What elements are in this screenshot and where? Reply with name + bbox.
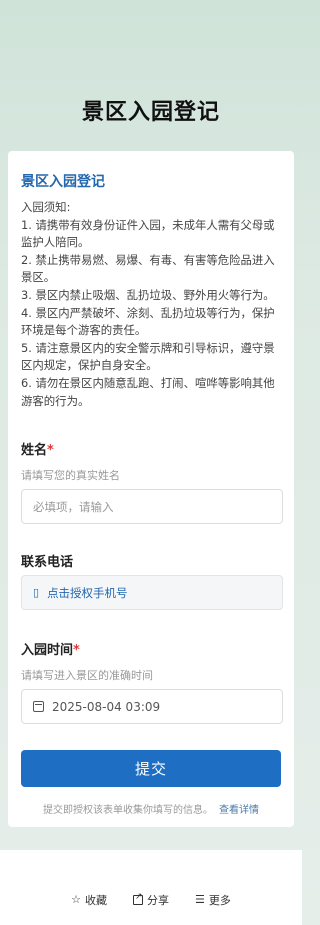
more-button[interactable]: ☰ 更多 bbox=[195, 874, 231, 925]
entry-time-value: 2025-08-04 03:09 bbox=[52, 699, 161, 714]
footer-note: 提交即授权该表单收集你填写的信息。 查看详情 bbox=[8, 801, 294, 816]
notice-heading: 入园须知: bbox=[21, 200, 71, 214]
menu-icon: ☰ bbox=[195, 893, 205, 906]
authorize-phone-text: 点击授权手机号 bbox=[47, 585, 128, 600]
share-button[interactable]: 分享 bbox=[133, 874, 169, 925]
card-title: 景区入园登记 bbox=[21, 174, 105, 190]
name-label: 姓名* bbox=[21, 439, 54, 458]
name-description: 请填写您的真实姓名 bbox=[21, 469, 120, 482]
notice-item: 2. 禁止携带易燃、易爆、有毒、有害等危险品进入景区。 bbox=[21, 252, 275, 285]
notice-text: 入园须知: 1. 请携带有效身份证件入园，未成年人需有父母或监护人陪同。 2. … bbox=[21, 199, 281, 410]
star-icon: ☆ bbox=[71, 893, 81, 906]
phone-label: 联系电话 bbox=[21, 555, 74, 570]
submit-button[interactable]: 提交 bbox=[21, 750, 281, 787]
more-label: 更多 bbox=[208, 893, 231, 907]
required-mark: * bbox=[47, 443, 54, 458]
entry-time-label: 入园时间* bbox=[21, 639, 80, 658]
page-title: 景区入园登记 bbox=[81, 100, 220, 125]
phone-icon: ▯ bbox=[33, 586, 40, 599]
form-card: 景区入园登记 入园须知: 1. 请携带有效身份证件入园，未成年人需有父母或监护人… bbox=[8, 151, 294, 827]
notice-item: 6. 请勿在景区内随意乱跑、打闹、喧哗等影响其他游客的行为。 bbox=[21, 375, 275, 408]
authorize-phone-button[interactable]: ▯ 点击授权手机号 bbox=[21, 575, 283, 610]
name-input[interactable]: 必填项，请输入 bbox=[21, 489, 283, 524]
share-label: 分享 bbox=[147, 893, 169, 907]
notice-item: 1. 请携带有效身份证件入园，未成年人需有父母或监护人陪同。 bbox=[21, 217, 275, 250]
favorite-button[interactable]: ☆ 收藏 bbox=[71, 874, 107, 925]
entry-time-label-text: 入园时间 bbox=[21, 643, 74, 658]
view-details-link[interactable]: 查看详情 bbox=[219, 805, 259, 816]
calendar-icon bbox=[33, 701, 44, 712]
share-icon bbox=[133, 892, 143, 905]
notice-item: 4. 景区内严禁破坏、涂刻、乱扔垃圾等行为，保护环境是每个游客的责任。 bbox=[21, 305, 275, 338]
required-mark: * bbox=[73, 643, 80, 658]
name-placeholder: 必填项，请输入 bbox=[33, 499, 114, 514]
entry-time-picker[interactable]: 2025-08-04 03:09 bbox=[21, 689, 283, 724]
favorite-label: 收藏 bbox=[85, 893, 107, 907]
entry-time-description: 请填写进入景区的准确时间 bbox=[21, 669, 153, 682]
notice-item: 3. 景区内禁止吸烟、乱扔垃圾、野外用火等行为。 bbox=[21, 287, 275, 302]
footer-note-text: 提交即授权该表单收集你填写的信息。 bbox=[43, 805, 213, 816]
notice-item: 5. 请注意景区内的安全警示牌和引导标识，遵守景区内规定，保护自身安全。 bbox=[21, 340, 275, 373]
name-label-text: 姓名 bbox=[21, 443, 48, 458]
bottom-bar: ☆ 收藏 分享 ☰ 更多 bbox=[0, 850, 302, 925]
